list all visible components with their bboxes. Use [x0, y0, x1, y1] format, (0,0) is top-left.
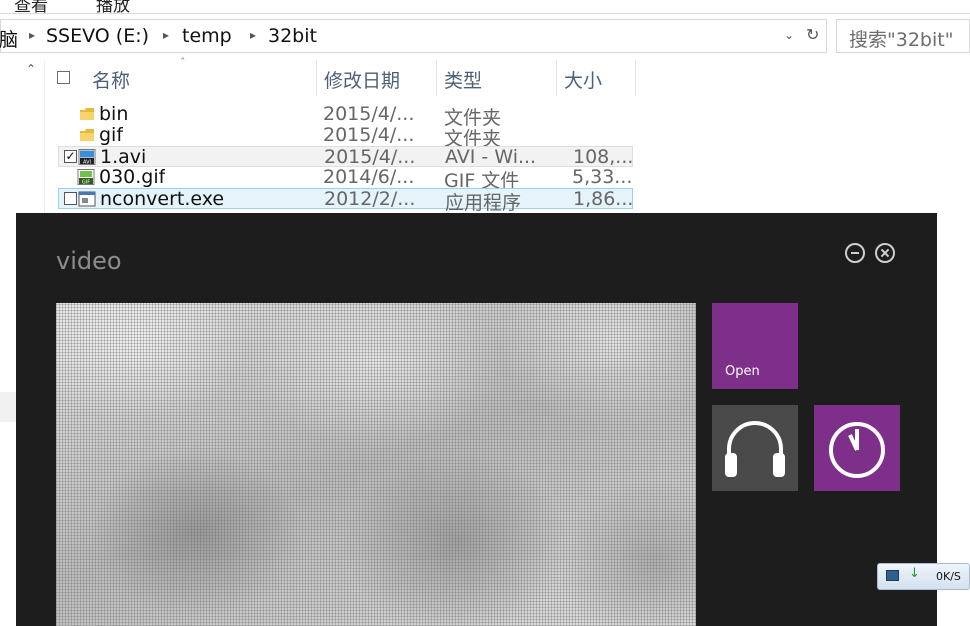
- column-headers: ˆ 名称 修改日期 类型 大小: [46, 56, 636, 96]
- file-date: 2015/4/...: [323, 103, 415, 125]
- column-type[interactable]: 类型: [444, 66, 482, 93]
- row-checkbox[interactable]: [64, 192, 77, 205]
- file-date: 2015/4/...: [323, 124, 415, 146]
- list-item-selected[interactable]: ✓ AVI 1.avi 2015/4/... AVI - Wi... 108,.…: [58, 146, 633, 168]
- column-divider[interactable]: [556, 60, 557, 96]
- file-type: 应用程序: [445, 192, 522, 214]
- breadcrumb-separator-icon[interactable]: ▸: [29, 28, 35, 42]
- file-size: 1,86...: [573, 188, 633, 210]
- music-tile[interactable]: [712, 405, 798, 491]
- column-date[interactable]: 修改日期: [324, 66, 400, 93]
- address-bar[interactable]: 脑 ▸ SSEVO (E:) ▸ temp ▸ 32bit ⌄ ↻: [0, 19, 827, 53]
- list-item[interactable]: bin 2015/4/... 文件夹: [58, 103, 633, 129]
- address-row: 脑 ▸ SSEVO (E:) ▸ temp ▸ 32bit ⌄ ↻ 搜索"32b…: [0, 17, 970, 55]
- ribbon-tabs: 查看 播放: [0, 0, 970, 14]
- search-placeholder: 搜索"32bit": [849, 29, 954, 51]
- network-speed-widget[interactable]: ↓ 0K/S: [877, 563, 970, 590]
- scroll-up-icon[interactable]: ⌃: [26, 62, 36, 76]
- minimize-button[interactable]: [845, 243, 865, 263]
- file-date: 2015/4/...: [324, 146, 416, 168]
- column-size[interactable]: 大小: [564, 66, 602, 93]
- breadcrumb-drive[interactable]: SSEVO (E:): [46, 25, 149, 47]
- monitor-icon: [886, 570, 899, 581]
- open-tile[interactable]: Open: [712, 303, 798, 389]
- file-name: gif: [99, 124, 124, 146]
- column-divider[interactable]: [635, 60, 636, 96]
- network-speed: 0K/S: [936, 570, 961, 583]
- video-preview[interactable]: [56, 303, 696, 626]
- list-item-hover[interactable]: nconvert.exe 2012/2/... 应用程序 1,86...: [58, 188, 633, 214]
- folder-icon: [80, 129, 94, 141]
- folder-icon: [80, 108, 94, 120]
- desktop-screen: 查看 播放 脑 ▸ SSEVO (E:) ▸ temp ▸ 32bit ⌄ ↻ …: [0, 0, 970, 626]
- close-button[interactable]: [875, 243, 895, 263]
- clock-tile[interactable]: [814, 405, 900, 491]
- breadcrumb-separator-icon[interactable]: ▸: [163, 28, 169, 42]
- file-date: 2012/2/...: [324, 188, 416, 210]
- breadcrumb-32bit[interactable]: 32bit: [268, 25, 317, 47]
- file-size: 108,...: [573, 146, 633, 168]
- download-arrow-icon: ↓: [909, 566, 920, 581]
- refresh-icon[interactable]: ↻: [806, 25, 819, 44]
- search-input[interactable]: 搜索"32bit": [836, 19, 970, 53]
- svg-text:AVI: AVI: [83, 160, 91, 166]
- breadcrumb-separator-icon[interactable]: ▸: [250, 28, 256, 42]
- select-all-checkbox[interactable]: [57, 71, 70, 84]
- sort-ascending-icon: ˆ: [180, 56, 186, 69]
- svg-text:GIF: GIF: [82, 180, 90, 186]
- file-name: 030.gif: [99, 166, 166, 188]
- file-date: 2014/6/...: [323, 166, 415, 188]
- headphones-icon: [725, 421, 785, 477]
- clock-icon: [829, 422, 885, 478]
- chevron-down-icon[interactable]: ⌄: [784, 28, 794, 42]
- tab-play[interactable]: 播放: [96, 0, 130, 13]
- video-player-window: video Open: [16, 213, 937, 626]
- row-checkbox-checked[interactable]: ✓: [64, 150, 77, 163]
- column-divider[interactable]: [436, 60, 437, 96]
- column-name[interactable]: 名称: [92, 66, 130, 93]
- file-name: 1.avi: [100, 146, 147, 168]
- file-name: nconvert.exe: [100, 188, 225, 210]
- gif-file-icon: GIF: [77, 169, 95, 185]
- open-tile-label: Open: [725, 364, 760, 379]
- window-title: video: [56, 247, 122, 275]
- breadcrumb-computer[interactable]: 脑: [0, 25, 18, 52]
- list-item[interactable]: gif 2015/4/... 文件夹: [58, 124, 633, 150]
- avi-file-icon: AVI: [78, 149, 96, 165]
- column-divider[interactable]: [316, 60, 317, 96]
- file-type: AVI - Wi...: [445, 146, 537, 168]
- file-name: bin: [99, 103, 129, 125]
- exe-file-icon: [78, 191, 96, 207]
- tab-view[interactable]: 查看: [14, 0, 48, 13]
- list-item[interactable]: GIF 030.gif 2014/6/... GIF 文件 5,33...: [58, 166, 633, 192]
- file-size: 5,33...: [572, 166, 632, 188]
- breadcrumb-temp[interactable]: temp: [182, 25, 232, 47]
